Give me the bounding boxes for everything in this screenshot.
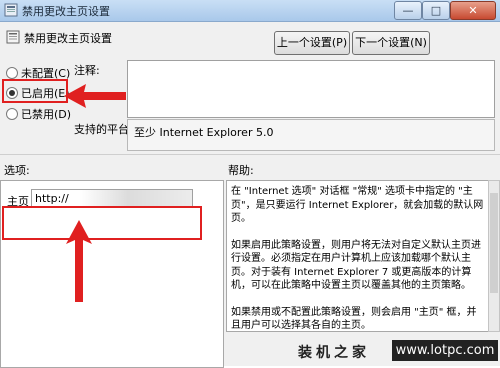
close-button[interactable]: ✕ (450, 1, 496, 20)
setting-title: 禁用更改主页设置 (24, 32, 112, 45)
annotation-arrow-right (64, 84, 126, 108)
next-setting-button[interactable]: 下一个设置(N) (352, 31, 430, 55)
comment-label: 注释: (74, 64, 100, 77)
radio-dot[interactable] (6, 67, 18, 79)
options-label: 选项: (4, 164, 30, 177)
annotation-box-enabled (2, 79, 68, 103)
help-label: 帮助: (228, 164, 254, 177)
radio-dot[interactable] (6, 108, 18, 120)
watermark-url: www.lotpc.com (392, 340, 498, 361)
scrollbar-thumb[interactable] (490, 193, 498, 293)
watermark-text: 装机之家 (298, 345, 370, 361)
platform-value: 至少 Internet Explorer 5.0 (134, 126, 274, 139)
window-title: 禁用更改主页设置 (22, 5, 110, 18)
previous-setting-button[interactable]: 上一个设置(P) (274, 31, 350, 55)
minimize-button[interactable]: — (394, 1, 422, 20)
home-page-value: http:// (35, 192, 69, 205)
help-scrollbar[interactable] (488, 180, 500, 332)
watermark: 装机之家 www.lotpc.com (298, 337, 500, 366)
help-text: 在 "Internet 选项" 对话框 "常规" 选项卡中指定的 "主页"，是只… (231, 185, 485, 332)
annotation-arrow-up (66, 220, 92, 302)
section-divider (0, 154, 500, 155)
annotation-box-home (2, 206, 202, 240)
help-paragraph: 在 "Internet 选项" 对话框 "常规" 选项卡中指定的 "主页"，是只… (231, 186, 484, 224)
title-bar: 禁用更改主页设置 — □ ✕ (0, 0, 500, 22)
comment-textarea[interactable] (127, 60, 495, 118)
help-paragraph: 如果禁用或不配置此策略设置，则会启用 "主页" 框，并且用户可以选择其各自的主页… (231, 306, 477, 332)
platform-label: 支持的平台: (74, 123, 133, 136)
policy-app-icon (4, 3, 18, 17)
platform-field: 至少 Internet Explorer 5.0 (127, 119, 495, 151)
help-paragraph: 如果启用此策略设置，则用户将无法对自定义默认主页进行设置。必须指定在用户计算机上… (231, 239, 481, 292)
policy-setting-icon (6, 30, 20, 44)
help-panel: 在 "Internet 选项" 对话框 "常规" 选项卡中指定的 "主页"，是只… (226, 180, 490, 332)
dialog-body: 禁用更改主页设置 上一个设置(P) 下一个设置(N) 未配置(C) 已启用(E)… (0, 22, 500, 368)
maximize-button[interactable]: □ (422, 1, 450, 20)
